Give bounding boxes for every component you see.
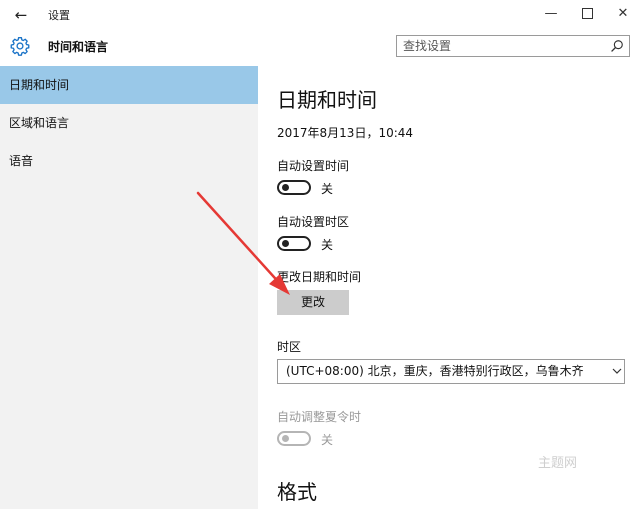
dst-label: 自动调整夏令时: [277, 410, 362, 424]
page-title: 日期和时间: [277, 88, 377, 112]
maximize-button[interactable]: [574, 3, 600, 25]
gear-icon: [10, 37, 30, 56]
change-button[interactable]: 更改: [277, 290, 349, 315]
current-datetime: 2017年8月13日，10:44: [277, 126, 414, 140]
settings-window: ← 设置 — ✕ 时间和语言 日期和时间 区域和语言 语音 日期和时间 2017…: [0, 0, 640, 509]
auto-time-toggle[interactable]: [277, 180, 311, 195]
maximize-icon: [581, 8, 593, 19]
timezone-select[interactable]: (UTC+08:00) 北京，重庆，香港特别行政区，乌鲁木齐: [277, 359, 625, 384]
toggle-knob: [282, 435, 289, 442]
section-title: 时间和语言: [48, 40, 109, 54]
window-title: 设置: [48, 9, 70, 22]
sidebar-item-speech[interactable]: 语音: [0, 142, 258, 180]
arrow-left-icon: ←: [14, 6, 28, 24]
toggle-knob: [282, 240, 289, 247]
sidebar-item-date-time[interactable]: 日期和时间: [0, 66, 258, 104]
auto-timezone-toggle[interactable]: [277, 236, 311, 251]
chevron-down-icon: [612, 368, 622, 374]
timezone-value: (UTC+08:00) 北京，重庆，香港特别行政区，乌鲁木齐: [286, 364, 584, 378]
search-box[interactable]: [396, 35, 630, 57]
minimize-button[interactable]: —: [538, 3, 564, 25]
dst-state: 关: [321, 433, 334, 447]
search-icon[interactable]: [610, 39, 624, 53]
toggle-knob: [282, 184, 289, 191]
back-button[interactable]: ←: [10, 4, 32, 26]
dst-toggle[interactable]: [277, 431, 311, 446]
sidebar: 日期和时间 区域和语言 语音: [0, 66, 258, 509]
auto-timezone-label: 自动设置时区: [277, 215, 350, 229]
close-button[interactable]: ✕: [610, 3, 636, 25]
change-datetime-label: 更改日期和时间: [277, 270, 362, 284]
sidebar-item-region-language[interactable]: 区域和语言: [0, 104, 258, 142]
watermark: 主题网: [538, 456, 578, 471]
format-title: 格式: [277, 480, 317, 504]
auto-timezone-state: 关: [321, 238, 334, 252]
timezone-label: 时区: [277, 340, 302, 354]
search-input[interactable]: [403, 37, 603, 55]
auto-time-state: 关: [321, 182, 334, 196]
main-content: 日期和时间 2017年8月13日，10:44 自动设置时间 关 自动设置时区 关…: [258, 66, 640, 509]
auto-time-label: 自动设置时间: [277, 159, 350, 173]
title-bar: ← 设置 — ✕: [0, 0, 640, 30]
